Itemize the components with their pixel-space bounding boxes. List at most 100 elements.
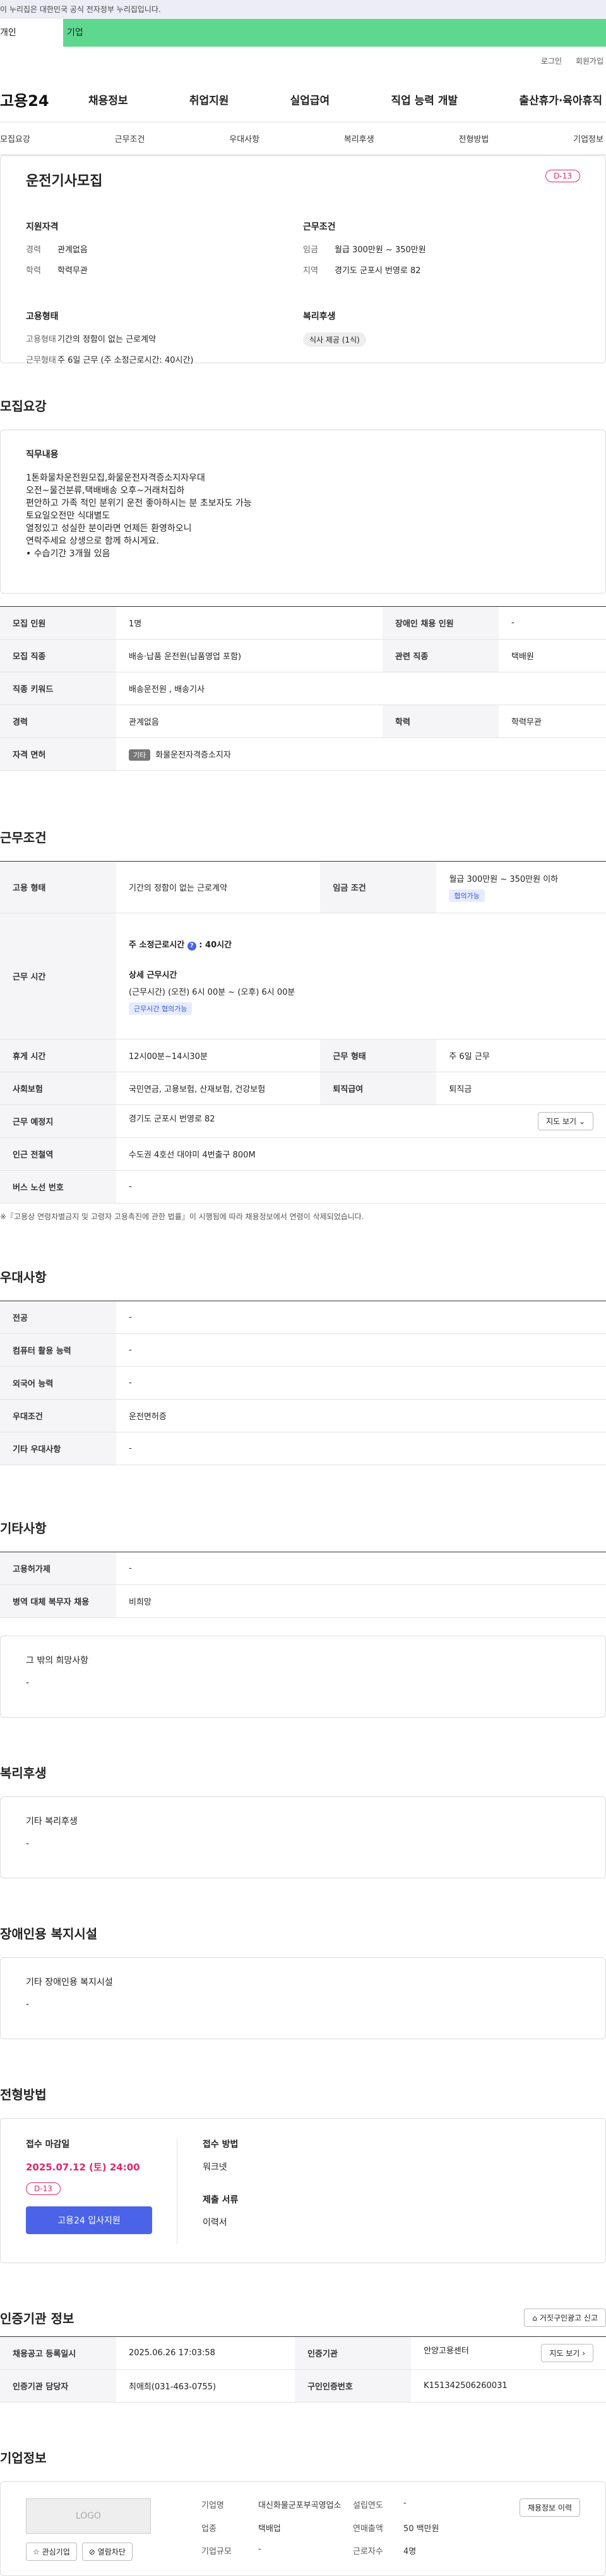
star-icon: ☆: [33, 2548, 40, 2556]
cell-value: -: [116, 1301, 606, 1334]
label: 지역: [303, 266, 318, 276]
table-row: 경력 관계없음 학력 학력무관: [0, 705, 606, 738]
anchor-apply[interactable]: 전형방법: [459, 132, 489, 144]
tab-company[interactable]: 기업: [63, 19, 606, 47]
corp-heading: 기업정보: [0, 2450, 47, 2466]
cell-label: 퇴직급여: [320, 1072, 437, 1105]
nav-jobs[interactable]: 채용정보: [88, 91, 128, 107]
login-link[interactable]: 로그인: [541, 57, 562, 66]
label: 연매출액: [353, 2524, 383, 2534]
cell-label: 인증기관 담당자: [0, 2369, 116, 2403]
welfare-box: 기타 복리후생 -: [0, 1796, 606, 1878]
cell-label: 인근 전철역: [0, 1137, 116, 1171]
corp-logo: LOGO: [26, 2498, 151, 2534]
cell-value: 배송·납품 운전원(납품영업 포함): [116, 639, 383, 672]
summary-conditions-heading: 근무조건: [303, 222, 336, 232]
other-wish-heading: 그 밖의 희망사항: [26, 1656, 89, 1666]
job-description: 1톤화물차운전원모집,화물운전자격증소지자우대 오전~물건분류,택배배송 오후~…: [26, 473, 252, 559]
report-button[interactable]: ⌂ 거짓구인광고 신고: [524, 2309, 606, 2327]
cell-label: 근무 형태: [320, 1039, 437, 1072]
hours-label: 주 소정근로시간: [129, 940, 185, 950]
cell-label: 우대조건: [0, 1399, 116, 1432]
table-row: 고용허가제 -: [0, 1552, 606, 1585]
age-notice: ※『고용상 연령차별금지 및 고령자 고용촉진에 관한 법률』이 시행됨에 따라…: [0, 1212, 364, 1221]
label: 고용형태: [26, 335, 56, 344]
summary-qualification: 지원자격 경력 관계없음 학력 학력무관: [26, 220, 303, 284]
table-row: 모집 직종 배송·납품 운전원(납품영업 포함) 관련 직종 택배원: [0, 639, 606, 672]
cell-label: 자격 면허: [0, 737, 116, 771]
map-button[interactable]: 지도 보기 ⌄: [538, 1112, 593, 1130]
etc-table: 고용허가제 - 병역 대체 복무자 채용 비희망: [0, 1552, 606, 1618]
method-heading: 접수 방법: [203, 2140, 239, 2150]
cell-label: 휴게 시간: [0, 1039, 116, 1072]
agency-name: 안양고용센터: [424, 2346, 469, 2356]
cell-label: 사회보험: [0, 1072, 116, 1105]
agency-map-button-label: 지도 보기: [549, 2349, 580, 2358]
summary-employment-heading: 고용형태: [26, 312, 59, 322]
hours-detail: (근무시간) (오전) 6시 00분 ~ (오후) 6시 00분: [129, 987, 295, 997]
anchor-welfare[interactable]: 복리후생: [344, 132, 374, 144]
nav-employment-support[interactable]: 취업지원: [189, 91, 229, 107]
info-icon[interactable]: ?: [187, 941, 196, 951]
summary-welfare-heading: 복리후생: [303, 312, 336, 322]
etc-heading: 기타사항: [0, 1521, 47, 1536]
cell-value: -: [498, 606, 606, 640]
deadline-value: 2025.07.12 (토) 24:00: [26, 2162, 140, 2173]
disab-box-heading: 기타 장애인용 복지시설: [26, 1977, 113, 1988]
cell-value: 1명: [116, 606, 383, 640]
cell-label: 컴퓨터 활용 능력: [0, 1333, 116, 1367]
history-button[interactable]: 채용정보 이력: [519, 2498, 580, 2517]
value: 월급 300만원 ~ 350만원: [335, 245, 426, 255]
main-nav: 고용24 채용정보 취업지원 실업급여 직업 능력 개발 출산휴가·육아휴직: [0, 77, 606, 122]
anchor-recruit[interactable]: 모집요강: [0, 132, 30, 144]
join-link[interactable]: 회원가입: [576, 57, 603, 66]
nav-unemployment-benefit[interactable]: 실업급여: [290, 91, 330, 107]
agency-table: 채용공고 등록일시 2025.06.26 17:03:58 인증기관 안양고용센터 지도…: [0, 2336, 606, 2403]
cell-value: -: [116, 1170, 606, 1203]
hours-detail-heading: 상세 근무시간: [129, 970, 177, 980]
apply-button[interactable]: 고용24 입사지원: [26, 2206, 152, 2234]
nav-job-training[interactable]: 직업 능력 개발: [391, 91, 458, 107]
label: 기업명: [201, 2501, 224, 2510]
dday-badge: D-13: [26, 2182, 61, 2195]
license-value: 화물운전자격증소지자: [155, 750, 231, 760]
map-button-label: 지도 보기: [546, 1117, 577, 1126]
welfare-box-value: -: [26, 1839, 30, 1849]
anchor-pref[interactable]: 우대사항: [229, 132, 259, 144]
cell-label: 관련 직종: [382, 639, 499, 672]
cell-label: 병역 대체 복무자 채용: [0, 1584, 116, 1618]
cell-value: -: [116, 1333, 606, 1367]
cell-value: -: [116, 1432, 606, 1465]
block-corp-button[interactable]: ⊘ 열람차단: [81, 2543, 133, 2561]
section-anchor-tabs: 모집요강 근무조건 우대사항 복리후생 전형방법 기업정보: [0, 122, 606, 155]
table-row: 근무 예정지 경기도 군포시 번영로 82 지도 보기 ⌄: [0, 1104, 606, 1138]
cell-label: 기타 우대사항: [0, 1432, 116, 1465]
agency-map-button[interactable]: 지도 보기 ›: [541, 2344, 593, 2362]
label: 임금: [303, 245, 318, 255]
nav-parental-leave[interactable]: 출산휴가·육아휴직: [519, 91, 602, 107]
fav-corp-label: 관심기업: [42, 2548, 70, 2556]
disab-box: 기타 장애인용 복지시설 -: [0, 1957, 606, 2039]
tab-person[interactable]: 개인: [0, 19, 63, 47]
label: 기업규모: [201, 2547, 232, 2557]
license-badge: 기타: [129, 749, 151, 761]
table-row: 전공 -: [0, 1301, 606, 1334]
value: 4명: [403, 2547, 417, 2557]
work-table: 고용 형태 기간의 정함이 없는 근로계약 임금 조건 월급 300만원 ~ 3…: [0, 861, 606, 1203]
value: -: [258, 2544, 261, 2555]
cell-value: 최애희(031-463-0755): [116, 2369, 295, 2403]
pay-negotiable-chip: 협의가능: [449, 889, 485, 902]
label: 설립연도: [353, 2501, 383, 2510]
util-links: 로그인 회원가입: [0, 47, 606, 77]
report-button-label: 거짓구인광고 신고: [539, 2314, 598, 2322]
cell-label: 근무 시간: [0, 913, 116, 1039]
table-row: 근무 시간 주 소정근로시간 ? : 40시간 상세 근무시간 (근무시간) (…: [0, 913, 606, 1039]
block-icon: ⊘: [88, 2548, 95, 2556]
anchor-work[interactable]: 근무조건: [115, 132, 145, 144]
fav-corp-button[interactable]: ☆ 관심기업: [26, 2543, 77, 2561]
site-logo[interactable]: 고용24: [0, 88, 88, 110]
table-row: 버스 노선 번호 -: [0, 1170, 606, 1203]
user-type-tabs: 개인 기업: [0, 19, 606, 47]
anchor-corp[interactable]: 기업정보: [573, 132, 603, 144]
cell-label: 경력: [0, 705, 116, 738]
